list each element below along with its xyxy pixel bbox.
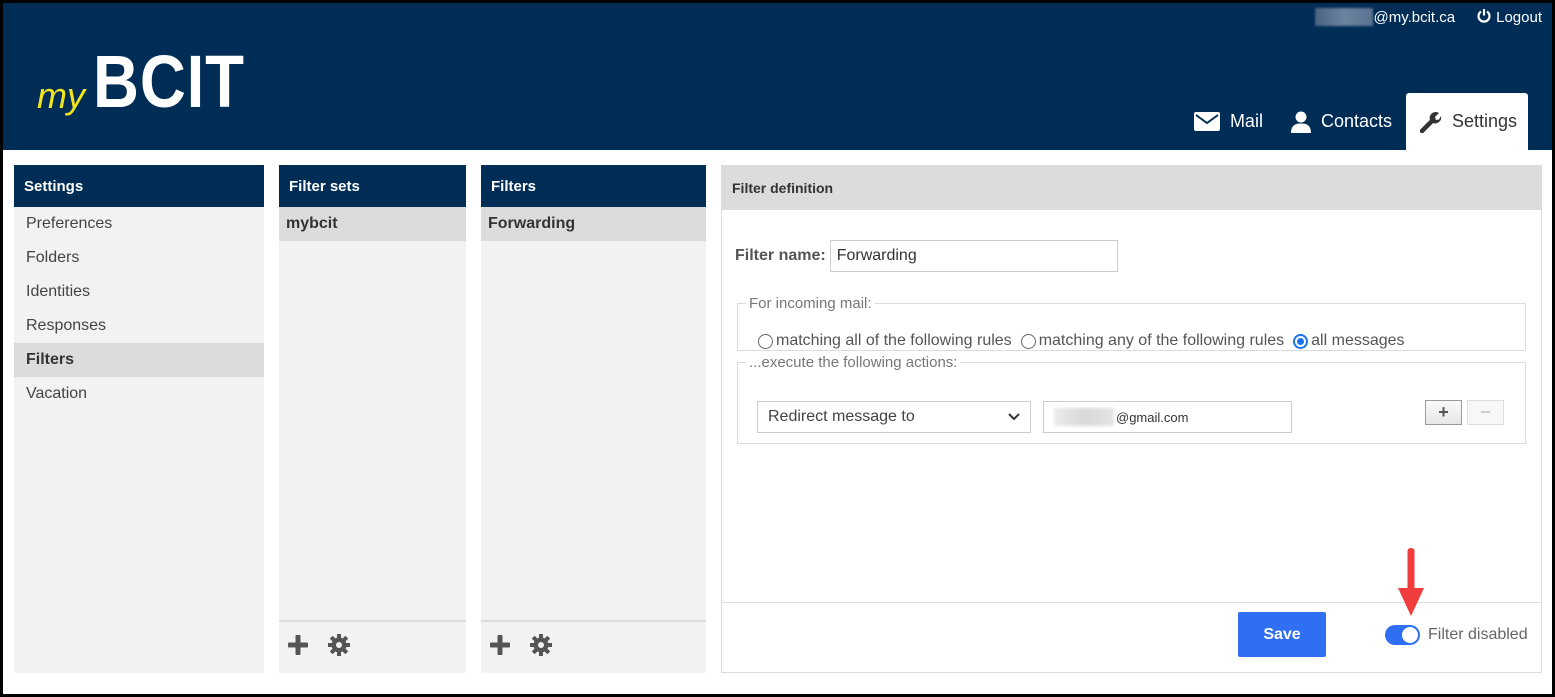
app-window: my BCIT @my.bcit.ca Logout Mail Contacts… <box>3 3 1552 694</box>
filter-definition-title: Filter definition <box>722 166 1541 210</box>
radio-button[interactable] <box>1020 333 1036 349</box>
user-icon <box>1290 111 1311 133</box>
user-email-domain: @my.bcit.ca <box>1373 8 1456 26</box>
filter-sets-panel: Filter sets mybcit <box>279 165 466 673</box>
radio-label: matching all of the following rules <box>776 332 1012 349</box>
sidebar-item-responses[interactable]: Responses <box>14 309 264 343</box>
wrench-icon <box>1420 111 1442 133</box>
plus-icon[interactable] <box>288 635 308 660</box>
redacted-address <box>1054 408 1114 426</box>
filter-sets-footer <box>279 620 466 673</box>
filters-footer <box>481 620 706 673</box>
power-icon <box>1477 8 1491 27</box>
logo-main: BCIT <box>93 40 245 123</box>
sidebar-item-preferences[interactable]: Preferences <box>14 207 264 241</box>
annotation-arrow-icon <box>1398 548 1424 623</box>
sidebar-item-folders[interactable]: Folders <box>14 241 264 275</box>
plus-icon[interactable] <box>490 635 510 660</box>
redirect-address-domain: @gmail.com <box>1116 409 1189 425</box>
remove-action-button[interactable]: − <box>1467 400 1504 425</box>
tab-mail[interactable]: Mail <box>1180 93 1277 150</box>
envelope-icon <box>1193 112 1220 131</box>
redacted-username <box>1315 8 1374 26</box>
sidebar-item-filters[interactable]: Filters <box>14 343 264 377</box>
filter-name-input[interactable] <box>829 240 1118 272</box>
radio-label: matching any of the following rules <box>1038 332 1285 349</box>
gear-icon[interactable] <box>328 634 350 661</box>
radio-match-any[interactable]: matching any of the following rules <box>1020 332 1285 350</box>
action-type-value: Redirect message to <box>768 408 915 425</box>
filter-name-label: Filter name: <box>735 247 826 264</box>
main-nav: Mail Contacts Settings <box>1180 93 1528 150</box>
filter-name-row: Filter name: <box>735 240 1118 272</box>
tab-contacts[interactable]: Contacts <box>1277 93 1406 150</box>
filter-enabled-toggle-group: Filter disabled <box>1385 625 1528 645</box>
header: my BCIT @my.bcit.ca Logout Mail Contacts… <box>3 3 1552 150</box>
filters-title: Filters <box>481 165 706 207</box>
logout-button[interactable]: Logout <box>1477 8 1542 27</box>
tab-settings-label: Settings <box>1452 111 1518 131</box>
logout-label: Logout <box>1496 8 1542 26</box>
chevron-down-icon <box>1008 408 1020 426</box>
radio-label: all messages <box>1311 332 1405 349</box>
match-options: matching all of the following rules matc… <box>758 332 1414 350</box>
user-email: @my.bcit.ca <box>1315 8 1455 26</box>
filters-panel: Filters Forwarding <box>481 165 706 673</box>
filter-enabled-toggle[interactable] <box>1385 625 1420 645</box>
tab-mail-label: Mail <box>1229 111 1263 131</box>
radio-button-checked[interactable] <box>1293 333 1309 349</box>
tab-contacts-label: Contacts <box>1320 111 1392 131</box>
add-action-button[interactable]: + <box>1425 400 1462 425</box>
incoming-mail-legend: For incoming mail: <box>749 295 872 312</box>
sidebar-item-vacation[interactable]: Vacation <box>14 377 264 411</box>
actions-fieldset: ...execute the following actions: Redire… <box>737 354 1526 444</box>
top-bar: @my.bcit.ca Logout <box>1315 7 1542 27</box>
radio-all-messages[interactable]: all messages <box>1293 332 1405 350</box>
gear-icon[interactable] <box>530 634 552 661</box>
filter-set-item[interactable]: mybcit <box>279 207 466 241</box>
filter-toggle-label: Filter disabled <box>1428 626 1528 643</box>
action-type-select[interactable]: Redirect message to <box>757 401 1031 433</box>
settings-panel: Settings Preferences Folders Identities … <box>14 165 264 673</box>
radio-button[interactable] <box>758 333 773 349</box>
actions-legend: ...execute the following actions: <box>749 354 958 371</box>
settings-panel-title: Settings <box>14 165 264 207</box>
save-button[interactable]: Save <box>1238 612 1326 657</box>
filter-sets-title: Filter sets <box>279 165 466 207</box>
tab-settings[interactable]: Settings <box>1406 93 1528 150</box>
radio-match-all[interactable]: matching all of the following rules <box>758 332 1012 350</box>
redirect-address-input[interactable]: @gmail.com <box>1043 401 1292 433</box>
sidebar-item-identities[interactable]: Identities <box>14 275 264 309</box>
filter-item[interactable]: Forwarding <box>481 207 706 241</box>
logo-prefix: my <box>37 75 85 116</box>
incoming-mail-fieldset: For incoming mail: matching all of the f… <box>737 295 1526 351</box>
